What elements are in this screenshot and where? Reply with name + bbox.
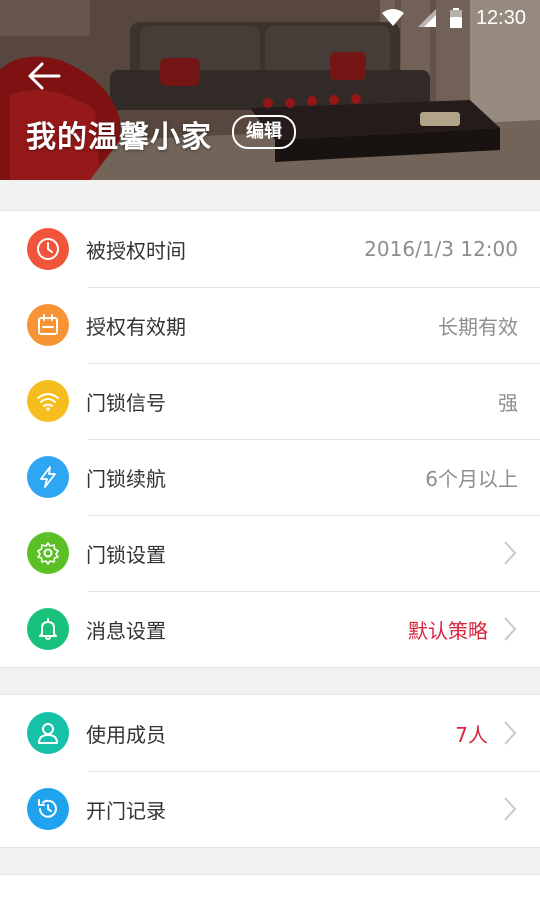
member-list: 使用成员 7人 开门记录 xyxy=(0,694,540,848)
row-label: 使用成员 xyxy=(86,722,166,747)
home-name-title: 我的温馨小家 xyxy=(26,120,212,155)
bottom-list xyxy=(0,874,540,905)
row-value: 2016/1/3 12:00 xyxy=(364,237,518,261)
row-label: 授权有效期 xyxy=(86,314,186,339)
row-label: 开门记录 xyxy=(86,798,166,823)
battery-icon xyxy=(449,8,462,28)
row-label: 被授权时间 xyxy=(86,238,186,263)
back-arrow-icon xyxy=(28,62,61,90)
calendar-icon xyxy=(27,304,69,346)
status-time: 12:30 xyxy=(475,6,526,29)
clock-icon xyxy=(27,228,69,270)
list-item-lock-signal: 门锁信号 强 xyxy=(0,363,540,439)
edit-name-button[interactable]: 编辑 xyxy=(232,115,296,149)
back-button[interactable] xyxy=(22,56,66,96)
status-bar: 12:30 xyxy=(0,0,540,36)
lock-info-list: 被授权时间 2016/1/3 12:00 授权有效期 长期有效 门锁信号 强 门… xyxy=(0,210,540,668)
row-label: 门锁续航 xyxy=(86,466,166,491)
row-value: 7人 xyxy=(455,722,488,747)
list-item-lock-battery: 门锁续航 6个月以上 xyxy=(0,439,540,515)
list-item-members[interactable]: 使用成员 7人 xyxy=(0,695,540,771)
header-banner: 12:30 我的温馨小家 编辑 xyxy=(0,0,540,180)
row-value: 强 xyxy=(498,390,518,415)
chevron-right-icon xyxy=(500,615,520,643)
row-value: 长期有效 xyxy=(438,314,518,339)
row-value: 6个月以上 xyxy=(425,466,518,491)
list-item-message-settings[interactable]: 消息设置 默认策略 xyxy=(0,591,540,667)
list-item-unlock-records[interactable]: 开门记录 xyxy=(0,771,540,847)
chevron-right-icon xyxy=(500,539,520,567)
wifi-icon xyxy=(27,380,69,422)
list-item-validity: 授权有效期 长期有效 xyxy=(0,287,540,363)
chevron-right-icon xyxy=(500,795,520,823)
row-label: 门锁信号 xyxy=(86,390,166,415)
history-icon xyxy=(27,788,69,830)
list-item-lock-settings[interactable]: 门锁设置 xyxy=(0,515,540,591)
person-icon xyxy=(27,712,69,754)
cellular-signal-icon xyxy=(417,9,436,27)
lightning-icon xyxy=(27,456,69,498)
row-value: 默认策略 xyxy=(408,618,488,643)
wifi-icon xyxy=(381,9,404,27)
row-label: 消息设置 xyxy=(86,618,166,643)
bell-icon xyxy=(27,608,69,650)
chevron-right-icon xyxy=(500,719,520,747)
row-label: 门锁设置 xyxy=(86,542,166,567)
gear-icon xyxy=(27,532,69,574)
list-item-authorized-time: 被授权时间 2016/1/3 12:00 xyxy=(0,211,540,287)
